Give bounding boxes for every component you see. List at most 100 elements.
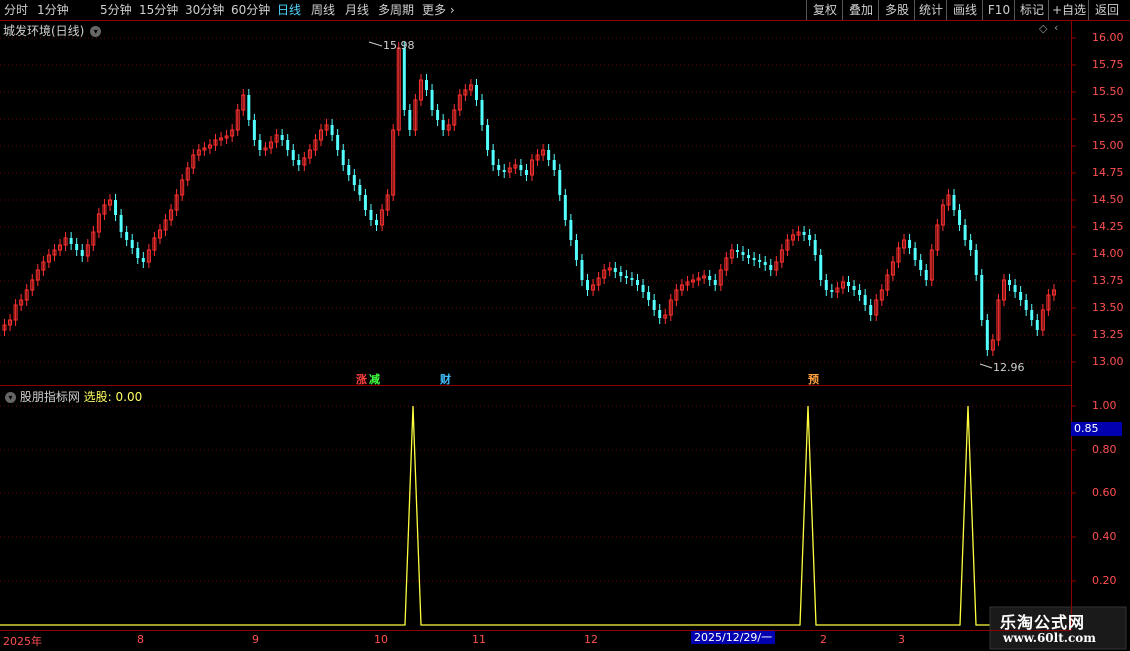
- candle-body: [802, 232, 806, 235]
- time-tick: 2: [820, 633, 827, 646]
- indicator-tick: 0.80: [1092, 443, 1117, 456]
- high-leader-line: [368, 41, 383, 47]
- candle-body: [708, 276, 712, 280]
- indicator-tick: 0.60: [1092, 486, 1117, 499]
- candle-body: [1030, 310, 1034, 320]
- candle-body: [824, 280, 828, 290]
- candle-body: [735, 250, 739, 252]
- candle-body: [286, 140, 290, 150]
- candle-body: [336, 135, 340, 150]
- high-price-label: 15.98: [383, 39, 415, 52]
- candle-body: [969, 240, 973, 250]
- price-tick: 14.75: [1092, 166, 1124, 179]
- candle-body: [647, 292, 651, 300]
- candle-body: [830, 290, 834, 292]
- candle-body: [580, 260, 584, 280]
- candle-body: [813, 240, 817, 255]
- candle-body: [480, 100, 484, 125]
- watermark-text: 乐淘公式网: [1000, 613, 1086, 632]
- candle-body: [552, 160, 556, 170]
- candle-body: [502, 170, 506, 172]
- time-tick: 9: [252, 633, 259, 646]
- candle-body: [1019, 292, 1023, 300]
- candle-body: [713, 280, 717, 285]
- time-tick: 10: [374, 633, 388, 646]
- candle-body: [524, 170, 528, 175]
- pane-divider[interactable]: [0, 385, 1071, 386]
- candle-body: [558, 170, 562, 195]
- candle-body: [280, 135, 284, 140]
- candle-body: [980, 275, 984, 320]
- candle-body: [474, 85, 478, 100]
- indicator-title[interactable]: ▾ 股朋指标网 选股: 0.00: [3, 388, 142, 405]
- candle-body: [358, 185, 362, 195]
- candle-body: [741, 252, 745, 255]
- price-tick: 15.00: [1092, 139, 1124, 152]
- price-tick: 16.00: [1092, 31, 1124, 44]
- candle-body: [574, 240, 578, 260]
- candle-body: [908, 240, 912, 248]
- candle-body: [763, 262, 767, 265]
- chart-canvas[interactable]: [0, 0, 1130, 650]
- candle-body: [636, 280, 639, 285]
- candle-body: [80, 250, 84, 256]
- candle-body: [247, 95, 251, 120]
- candle-body: [252, 120, 256, 140]
- candle-body: [613, 268, 617, 272]
- candle-body: [75, 244, 79, 250]
- price-tick: 13.00: [1092, 355, 1124, 368]
- candle-body: [375, 220, 379, 225]
- candle-body: [1024, 300, 1028, 310]
- candle-body: [486, 125, 490, 150]
- price-tick: 15.75: [1092, 58, 1124, 71]
- candle-body: [114, 200, 118, 215]
- time-tick: 8: [137, 633, 144, 646]
- candle-body: [1013, 285, 1017, 292]
- watermark-url: www.60lt.com: [1003, 631, 1096, 645]
- candle-body: [985, 320, 989, 350]
- time-tick: 3: [898, 633, 905, 646]
- price-tick: 13.75: [1092, 274, 1124, 287]
- time-tick: 2025年: [3, 635, 42, 648]
- candle-body: [491, 150, 495, 165]
- candle-body: [863, 295, 867, 305]
- candle-body: [347, 165, 351, 175]
- candle-body: [752, 258, 756, 260]
- candle-body: [586, 280, 590, 290]
- candle-body: [747, 255, 751, 258]
- candle-body: [291, 150, 295, 160]
- candle-body: [436, 110, 440, 120]
- candle-body: [130, 240, 134, 248]
- time-tick: 11: [472, 633, 486, 646]
- candle-body: [352, 175, 356, 185]
- candle-body: [119, 215, 123, 232]
- indicator-output-value: 0.00: [115, 390, 143, 404]
- indicator-line: [0, 405, 1071, 626]
- low-leader-line: [979, 363, 993, 369]
- candle-body: [974, 250, 978, 275]
- indicator-tick: 0.40: [1092, 530, 1117, 543]
- candle-body: [547, 150, 551, 160]
- candle-body: [847, 282, 850, 286]
- candle-body: [769, 265, 773, 270]
- candle-body: [658, 310, 662, 318]
- price-tick: 14.00: [1092, 247, 1124, 260]
- price-tick: 14.25: [1092, 220, 1124, 233]
- candle-body: [408, 110, 412, 130]
- candle-body: [125, 232, 129, 240]
- candle-body: [924, 270, 928, 280]
- candle-body: [341, 150, 345, 165]
- candle-body: [69, 238, 73, 244]
- dropdown-circle-icon[interactable]: ▾: [5, 392, 16, 403]
- candle-body: [952, 195, 956, 210]
- candle-body: [852, 286, 856, 290]
- candle-body: [624, 276, 628, 278]
- candle-body: [808, 235, 812, 240]
- candle-body: [958, 210, 962, 225]
- candle-body: [258, 140, 262, 150]
- candle-body: [136, 248, 140, 258]
- price-tick: 15.25: [1092, 112, 1124, 125]
- candle-body: [641, 285, 645, 292]
- candle-body: [569, 220, 573, 240]
- time-axis[interactable]: 2025年 8 9 10 11 12 2 3: [0, 630, 1071, 651]
